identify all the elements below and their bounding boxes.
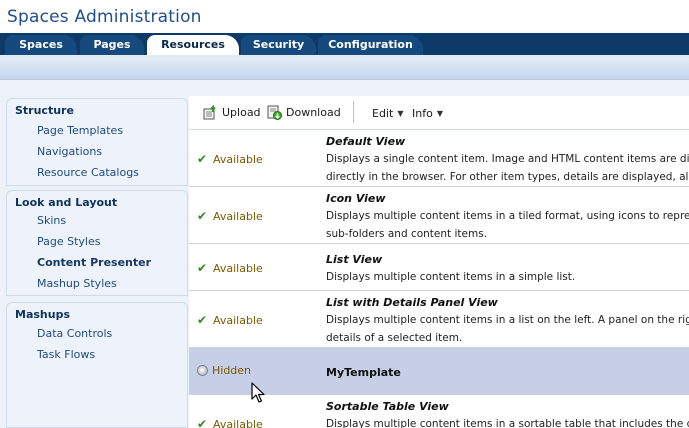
check-icon: ✔ [197, 417, 208, 428]
check-icon: ✔ [197, 209, 208, 223]
item-name[interactable]: List View [326, 253, 382, 266]
info-menu-label: Info [412, 107, 433, 120]
status-available: ✔ Available [197, 261, 263, 275]
sidebar-item-task-flows[interactable]: Task Flows [37, 348, 95, 361]
item-description: Displays multiple content items in a lis… [326, 314, 689, 326]
item-description: Displays multiple content items in a sim… [326, 271, 576, 283]
item-description: Displays multiple content items in a sor… [326, 418, 689, 428]
sidebar: Structure Page Templates Navigations Res… [0, 96, 189, 428]
status-label: Available [213, 313, 263, 327]
list-item[interactable]: ✔ Available Icon View Displays multiple … [189, 187, 689, 244]
upload-label: Upload [222, 106, 261, 119]
sidebar-section-structure: Structure Page Templates Navigations Res… [6, 98, 188, 186]
list-item[interactable]: ✔ Available List with Details Panel View… [189, 291, 689, 348]
item-description: directly in the browser. For other item … [326, 171, 689, 183]
status-label: Available [213, 417, 263, 428]
sidebar-item-navigations[interactable]: Navigations [37, 145, 102, 158]
upload-icon [203, 104, 218, 120]
tab-security[interactable]: Security [241, 35, 316, 55]
tab-pages[interactable]: Pages [80, 35, 144, 55]
item-name[interactable]: List with Details Panel View [326, 296, 498, 309]
status-hidden: Hidden [197, 364, 251, 377]
check-icon: ✔ [197, 313, 208, 327]
edit-menu[interactable]: Edit ▼ [372, 107, 403, 120]
status-available: ✔ Available [197, 209, 263, 223]
list-item[interactable]: ✔ Available Default View Displays a sing… [189, 130, 689, 187]
item-description: details of a selected item. [326, 332, 463, 344]
item-description: Displays multiple content items in a til… [326, 210, 689, 222]
edit-menu-label: Edit [372, 107, 394, 120]
app-title: Spaces Administration [7, 7, 202, 27]
toolbar: Upload Download Edit ▼ Info ▼ [189, 96, 689, 130]
caret-down-icon: ▼ [397, 109, 404, 118]
sidebar-item-page-templates[interactable]: Page Templates [37, 124, 123, 137]
status-available: ✔ Available [197, 417, 263, 428]
main-tabbar: Spaces Pages Resources Security Configur… [0, 33, 689, 55]
item-name[interactable]: Default View [326, 135, 405, 148]
info-menu[interactable]: Info ▼ [412, 107, 443, 120]
status-label: Hidden [212, 364, 252, 377]
status-available: ✔ Available [197, 152, 263, 166]
sidebar-section-mashups: Mashups Data Controls Task Flows [6, 302, 188, 428]
toolbar-separator [353, 101, 354, 123]
item-description: Displays a single content item. Image an… [326, 153, 689, 165]
status-label: Available [213, 209, 263, 223]
hidden-status-icon [197, 365, 208, 376]
item-description: sub-folders and content items. [326, 228, 488, 240]
list-item[interactable]: ✔ Available List View Displays multiple … [189, 244, 689, 291]
status-label: Available [213, 261, 263, 275]
download-label: Download [286, 106, 341, 119]
sidebar-item-resource-catalogs[interactable]: Resource Catalogs [37, 166, 139, 179]
download-button[interactable]: Download [267, 105, 341, 120]
sidebar-item-mashup-styles[interactable]: Mashup Styles [37, 277, 117, 290]
status-available: ✔ Available [197, 313, 263, 327]
sidebar-item-content-presenter[interactable]: Content Presenter [37, 256, 151, 269]
tab-configuration[interactable]: Configuration [318, 35, 423, 55]
sidebar-item-skins[interactable]: Skins [37, 214, 66, 227]
status-label: Available [213, 152, 263, 166]
sidebar-section-title: Look and Layout [15, 196, 118, 209]
tab-resources[interactable]: Resources [147, 35, 239, 55]
item-name[interactable]: Icon View [326, 192, 386, 205]
caret-down-icon: ▼ [436, 109, 443, 118]
sidebar-section-title: Mashups [15, 308, 70, 321]
header-band-lower [0, 80, 689, 96]
sidebar-item-data-controls[interactable]: Data Controls [37, 327, 112, 340]
item-name[interactable]: MyTemplate [326, 366, 401, 379]
header-band [0, 60, 689, 80]
sidebar-section-look-and-layout: Look and Layout Skins Page Styles Conten… [6, 190, 188, 296]
mouse-cursor-icon [251, 382, 265, 403]
check-icon: ✔ [197, 261, 208, 275]
item-name[interactable]: Sortable Table View [326, 400, 449, 413]
download-icon [267, 105, 282, 120]
upload-button[interactable]: Upload [203, 104, 261, 120]
sidebar-section-title: Structure [15, 104, 74, 117]
sidebar-item-page-styles[interactable]: Page Styles [37, 235, 101, 248]
tab-spaces[interactable]: Spaces [5, 35, 77, 55]
check-icon: ✔ [197, 152, 208, 166]
